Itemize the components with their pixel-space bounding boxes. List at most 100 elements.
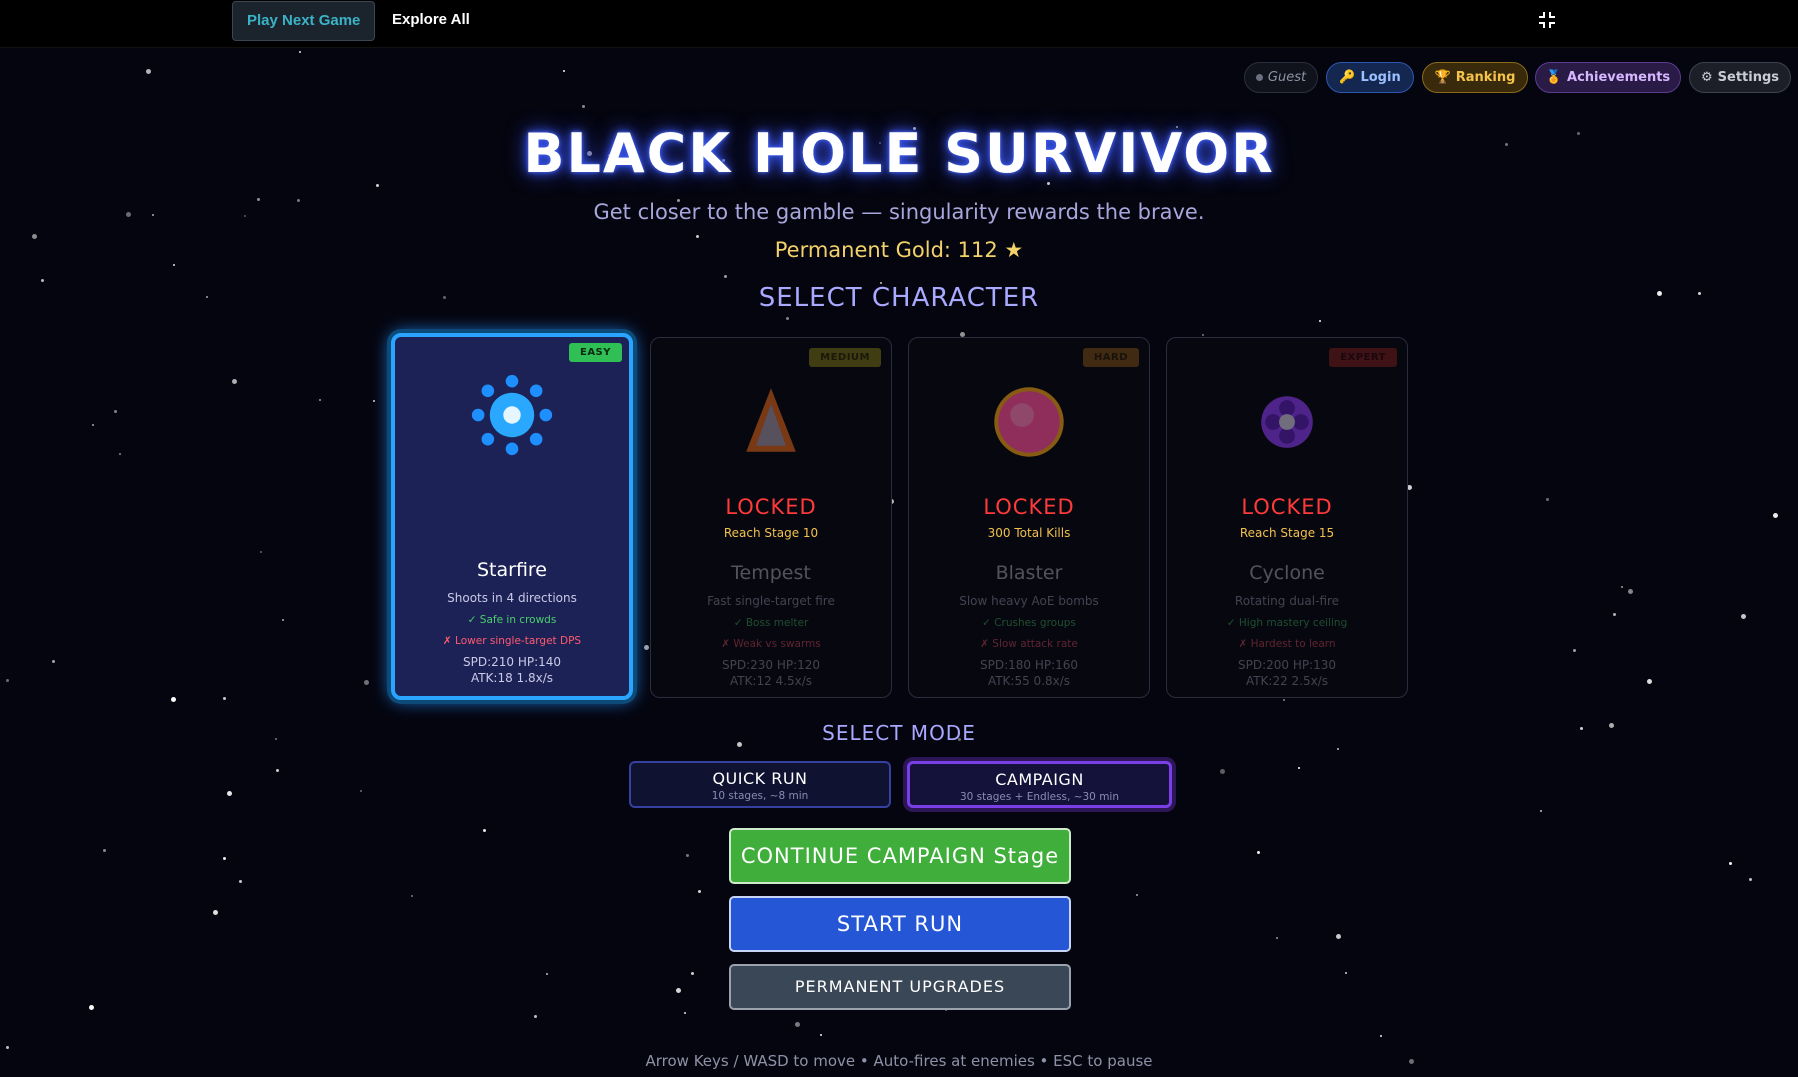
select-mode-heading: SELECT MODE — [822, 721, 976, 745]
star — [483, 829, 486, 832]
unlock-requirement: Reach Stage 15 — [1239, 526, 1335, 540]
character-pro: ✓ High mastery ceiling — [1226, 617, 1348, 629]
star — [1276, 937, 1278, 939]
permanent-upgrades-button[interactable]: PERMANENT UPGRADES — [729, 964, 1071, 1010]
character-stats-attack: ATK:22 2.5x/s — [1245, 674, 1329, 688]
locked-label: LOCKED — [983, 495, 1075, 519]
quick-run-mode-button[interactable]: QUICK RUN 10 stages, ~8 min — [629, 761, 891, 808]
star — [1621, 586, 1623, 588]
star — [1741, 614, 1746, 619]
star — [644, 645, 649, 650]
play-next-game-button[interactable]: Play Next Game — [232, 1, 376, 41]
achievements-label: Achievements — [1567, 70, 1671, 85]
star — [232, 379, 237, 384]
star — [114, 410, 117, 413]
mode-description: 10 stages, ~8 min — [711, 790, 809, 802]
settings-button[interactable]: ⚙ Settings — [1689, 62, 1791, 93]
character-stats-attack: ATK:12 4.5x/s — [729, 674, 813, 688]
star — [686, 854, 689, 857]
difficulty-badge: EASY — [568, 343, 622, 362]
star — [92, 424, 94, 426]
start-run-button[interactable]: START RUN — [729, 896, 1071, 952]
star — [119, 453, 121, 455]
star — [227, 791, 232, 796]
star — [534, 1015, 537, 1018]
star — [6, 679, 9, 682]
star — [1729, 862, 1732, 865]
star — [373, 400, 375, 402]
top-nav-bar: Play Next Game Explore All — [0, 0, 1798, 48]
permanent-gold-counter: Permanent Gold: 112 ★ — [774, 238, 1024, 262]
star — [171, 697, 176, 702]
character-card-blaster[interactable]: HARD LOCKED 300 Total Kills Blaster Slow… — [908, 337, 1150, 698]
star — [698, 890, 701, 893]
star — [1573, 649, 1576, 652]
character-con: ✗ Lower single-target DPS — [442, 635, 582, 647]
unlock-requirement: Reach Stage 10 — [723, 526, 819, 540]
select-character-heading: SELECT CHARACTER — [758, 283, 1040, 313]
star — [173, 264, 175, 266]
star — [360, 790, 362, 792]
star — [1257, 851, 1260, 854]
star — [1220, 769, 1225, 774]
character-card-cyclone[interactable]: EXPERT LOCKED Reach Stage 15 Cyclone Rot… — [1166, 337, 1408, 698]
star — [582, 105, 585, 108]
unlock-requirement: 300 Total Kills — [987, 526, 1071, 540]
star — [282, 619, 284, 621]
character-stats-primary: SPD:180 HP:160 — [979, 658, 1079, 672]
star — [1628, 589, 1633, 594]
character-card-starfire[interactable]: EASY Starfire Shoots in 4 directions ✓ S… — [391, 333, 633, 700]
key-icon: 🔑 — [1339, 70, 1356, 85]
star — [1647, 679, 1652, 684]
ranking-button[interactable]: 🏆 Ranking — [1422, 62, 1528, 93]
star — [786, 317, 789, 320]
star — [563, 70, 565, 72]
star — [1298, 767, 1300, 769]
character-stats-primary: SPD:210 HP:140 — [462, 655, 562, 669]
difficulty-badge: MEDIUM — [809, 348, 881, 367]
star — [1749, 878, 1752, 881]
continue-campaign-button[interactable]: CONTINUE CAMPAIGN Stage 1 — [729, 828, 1071, 920]
star — [299, 51, 301, 53]
star — [546, 973, 548, 975]
mode-label: CAMPAIGN — [995, 770, 1084, 789]
star — [103, 849, 106, 852]
star — [1202, 334, 1204, 336]
guest-status-badge: Guest — [1244, 62, 1318, 93]
star — [1345, 972, 1347, 974]
gear-icon: ⚙ — [1700, 70, 1713, 85]
character-con: ✗ Hardest to learn — [1238, 638, 1336, 650]
character-name: Starfire — [476, 559, 548, 581]
cyclone-ship-icon — [1261, 396, 1313, 448]
star — [52, 660, 55, 663]
star — [1540, 810, 1542, 812]
tempest-ship-icon — [746, 388, 796, 452]
login-button[interactable]: 🔑 Login — [1326, 62, 1414, 93]
star — [364, 680, 369, 685]
star — [239, 880, 242, 883]
achievements-button[interactable]: 🏅 Achievements — [1535, 62, 1681, 93]
locked-label: LOCKED — [725, 495, 817, 519]
star — [319, 399, 321, 401]
fullscreen-exit-icon[interactable] — [1536, 9, 1558, 31]
guest-label: Guest — [1267, 70, 1307, 85]
star — [1773, 513, 1778, 518]
character-name: Cyclone — [1249, 562, 1325, 584]
star — [1136, 894, 1138, 896]
explore-all-link[interactable]: Explore All — [378, 1, 484, 41]
settings-label: Settings — [1717, 70, 1780, 85]
starfire-ship-icon — [471, 374, 553, 456]
character-description: Slow heavy AoE bombs — [959, 594, 1099, 608]
star — [1336, 934, 1341, 939]
character-description: Shoots in 4 directions — [447, 591, 577, 605]
character-con: ✗ Weak vs swarms — [721, 638, 821, 650]
game-title: BLACK HOLE SURVIVOR — [523, 122, 1275, 185]
trophy-icon: 🏆 — [1434, 70, 1451, 85]
star — [724, 275, 727, 278]
medal-icon: 🏅 — [1545, 70, 1563, 85]
difficulty-badge: HARD — [1082, 348, 1139, 367]
locked-label: LOCKED — [1241, 495, 1333, 519]
character-card-tempest[interactable]: MEDIUM LOCKED Reach Stage 10 Tempest Fas… — [650, 337, 892, 698]
game-subtitle: Get closer to the gamble — singularity r… — [593, 200, 1205, 224]
campaign-mode-button[interactable]: CAMPAIGN 30 stages + Endless, ~30 min — [907, 761, 1172, 808]
